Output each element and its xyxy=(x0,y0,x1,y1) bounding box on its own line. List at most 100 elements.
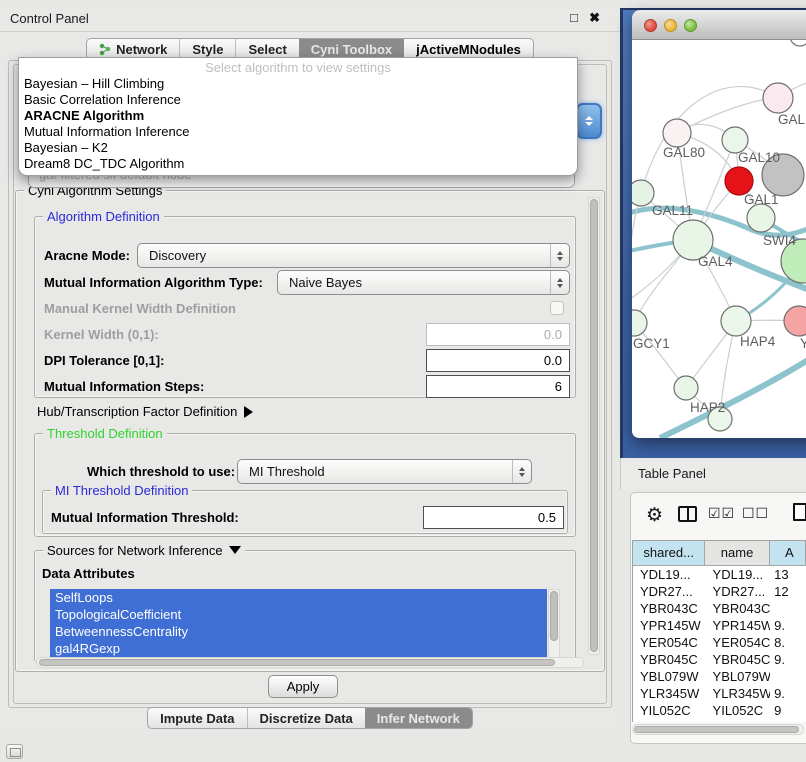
dpi-tolerance-label: DPI Tolerance [0,1]: xyxy=(44,353,164,368)
column-layout-icon[interactable] xyxy=(678,506,697,522)
dpi-tolerance-field[interactable]: 0.0 xyxy=(426,349,570,372)
scrollbar-thumb[interactable] xyxy=(39,659,555,666)
mi-threshold-label: Mutual Information Threshold: xyxy=(51,510,239,525)
mi-algorithm-type-label: Mutual Information Algorithm Type: xyxy=(44,275,263,290)
export-table-icon[interactable] xyxy=(793,503,806,521)
mi-algorithm-type-combo[interactable]: Naive Bayes xyxy=(277,270,570,295)
tab-network[interactable]: Network xyxy=(87,39,179,59)
data-attributes-list[interactable]: SelfLoops TopologicalCoefficient Between… xyxy=(50,589,547,662)
table-row[interactable]: YLR345WYLR345W9. xyxy=(633,685,806,702)
collapsed-arrow-icon xyxy=(244,406,253,418)
control-panel-title: Control Panel xyxy=(10,11,89,26)
table-row[interactable]: YBL079WYBL079W xyxy=(633,668,806,685)
tab-network-label: Network xyxy=(116,42,167,57)
algorithm-option-dream8[interactable]: Dream8 DC_TDC Algorithm xyxy=(19,156,577,172)
scrollbar-thumb[interactable] xyxy=(634,726,799,733)
deselect-all-checkboxes-icon[interactable]: ☐☐ xyxy=(742,505,769,522)
cell: 9 xyxy=(770,702,806,719)
tab-cyni-toolbox[interactable]: Cyni Toolbox xyxy=(299,39,404,59)
attribute-item-selfloops[interactable]: SelfLoops xyxy=(50,589,547,606)
tab-style[interactable]: Style xyxy=(179,39,235,59)
mi-steps-label: Mutual Information Steps: xyxy=(44,379,204,394)
manual-kernel-width-checkbox[interactable] xyxy=(550,301,564,315)
mi-steps-field[interactable]: 6 xyxy=(426,375,570,398)
expanded-arrow-icon[interactable] xyxy=(229,546,241,554)
mi-threshold-group: MI Threshold Definition Mutual Informati… xyxy=(42,490,568,534)
column-header-name[interactable]: name xyxy=(705,541,769,566)
cell: YER054C xyxy=(706,634,771,651)
table-row[interactable]: YIL052CYIL052C9 xyxy=(633,702,806,719)
algorithm-option-aracne[interactable]: ARACNE Algorithm xyxy=(19,108,577,124)
scrollbar-thumb[interactable] xyxy=(590,199,598,652)
algorithm-option-mutual-information[interactable]: Mutual Information Inference xyxy=(19,124,577,140)
table-horizontal-scrollbar[interactable] xyxy=(632,724,804,735)
kernel-width-field[interactable]: 0.0 xyxy=(426,323,570,346)
close-icon[interactable]: ✖ xyxy=(589,10,600,26)
settings-horizontal-scrollbar[interactable] xyxy=(36,657,584,668)
node-label: GAL4 xyxy=(698,254,733,269)
tab-select[interactable]: Select xyxy=(235,39,298,59)
node-label: GAL11 xyxy=(652,203,693,218)
aracne-mode-combo[interactable]: Discovery xyxy=(137,243,570,268)
algorithm-option-basic-correlation[interactable]: Basic Correlation Inference xyxy=(19,92,577,108)
cell: YER054C xyxy=(633,634,706,651)
cell: YPR145W xyxy=(633,617,706,634)
tab-select-label: Select xyxy=(248,42,286,57)
which-threshold-combo[interactable]: MI Threshold xyxy=(237,459,532,484)
mi-threshold-field[interactable]: 0.5 xyxy=(423,506,564,529)
table-row[interactable]: YDR27...YDR27...12 xyxy=(633,583,806,600)
algorithm-option-bayesian-k2[interactable]: Bayesian – K2 xyxy=(19,140,577,156)
settings-vertical-scrollbar[interactable] xyxy=(588,197,600,655)
column-header-shared-name[interactable]: shared... xyxy=(633,541,705,566)
application-window: Control Panel □ ✖ Network Style Select xyxy=(0,0,806,762)
network-view-window[interactable]: GAL GAL80 GAL10 GAL1 GAL11 SWI4 GAL4 GCY… xyxy=(632,10,806,438)
hub-definition-label: Hub/Transcription Factor Definition xyxy=(37,404,237,419)
node-attribute-table[interactable]: shared... name A YDL19...YDL19...13 YDR2… xyxy=(632,540,806,722)
select-all-checkboxes-icon[interactable]: ☑☑ xyxy=(708,505,735,522)
inference-algorithm-combo-spinner[interactable] xyxy=(576,103,602,139)
table-row[interactable]: YBR043CYBR043C xyxy=(633,600,806,617)
cell: YLR345W xyxy=(633,685,706,702)
attributes-list-scrollbar[interactable] xyxy=(548,589,560,662)
tab-style-label: Style xyxy=(192,42,223,57)
algorithm-definition-group: Algorithm Definition Aracne Mode: Discov… xyxy=(34,216,576,398)
tab-impute-data[interactable]: Impute Data xyxy=(148,708,246,728)
zoom-traffic-light-icon[interactable] xyxy=(684,19,697,32)
minimized-panel-icon[interactable] xyxy=(6,744,23,759)
cell: YBR043C xyxy=(633,600,706,617)
attribute-item-gal4rgexp[interactable]: gal4RGexp xyxy=(50,640,547,657)
aracne-mode-value: Discovery xyxy=(149,248,206,263)
tab-jactivemnodules[interactable]: jActiveMNodules xyxy=(404,39,533,59)
tab-discretize-data[interactable]: Discretize Data xyxy=(247,708,365,728)
hub-definition-toggle[interactable]: Hub/Transcription Factor Definition xyxy=(37,404,253,419)
attribute-item-topologicalcoefficient[interactable]: TopologicalCoefficient xyxy=(50,606,547,623)
cell: 12 xyxy=(770,583,806,600)
cell: 9. xyxy=(770,651,806,668)
attribute-item-betweennesscentrality[interactable]: BetweennessCentrality xyxy=(50,623,547,640)
cell: YBL079W xyxy=(706,668,771,685)
table-row[interactable]: YDL19...YDL19...13 xyxy=(633,566,806,583)
algorithm-dropdown-placeholder: Select algorithm to view settings xyxy=(19,60,577,76)
table-row[interactable]: YBR045CYBR045C9. xyxy=(633,651,806,668)
control-panel: Control Panel □ ✖ Network Style Select xyxy=(0,6,620,733)
table-row[interactable]: YER054CYER054C8. xyxy=(633,634,806,651)
table-row[interactable]: YPR145WYPR145W9. xyxy=(633,617,806,634)
column-header-partial[interactable]: A xyxy=(770,541,806,566)
network-canvas[interactable]: GAL GAL80 GAL10 GAL1 GAL11 SWI4 GAL4 GCY… xyxy=(632,40,806,438)
float-window-icon[interactable]: □ xyxy=(570,10,578,25)
apply-button[interactable]: Apply xyxy=(268,675,338,698)
network-window-titlebar[interactable] xyxy=(632,10,806,40)
algorithm-option-bayesian-hill-climbing[interactable]: Bayesian – Hill Climbing xyxy=(19,76,577,92)
threshold-definition-group: Threshold Definition Which threshold to … xyxy=(34,433,576,537)
kernel-width-label: Kernel Width (0,1): xyxy=(44,327,159,342)
algorithm-definition-title: Algorithm Definition xyxy=(43,209,164,224)
network-graph: GAL GAL80 GAL10 GAL1 GAL11 SWI4 GAL4 GCY… xyxy=(632,40,806,438)
minimize-traffic-light-icon[interactable] xyxy=(664,19,677,32)
cell xyxy=(770,668,806,685)
tab-infer-network[interactable]: Infer Network xyxy=(365,708,472,728)
close-traffic-light-icon[interactable] xyxy=(644,19,657,32)
gear-icon[interactable]: ⚙ xyxy=(646,504,663,527)
sources-group: Sources for Network Inference Data Attri… xyxy=(34,550,576,662)
scrollbar-thumb[interactable] xyxy=(550,591,558,641)
node-label: GAL1 xyxy=(744,192,779,207)
